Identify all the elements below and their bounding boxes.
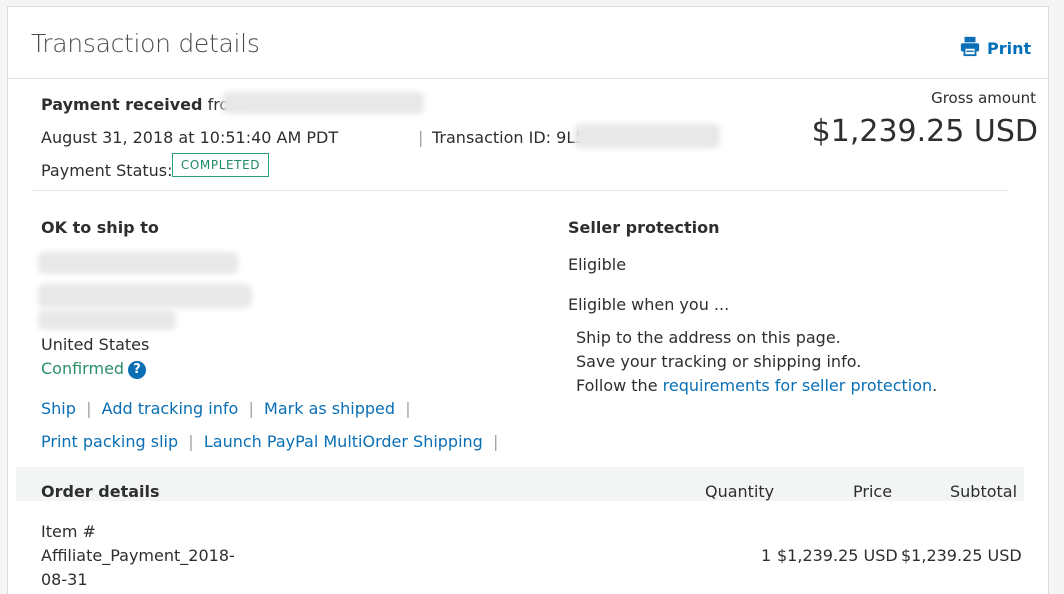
column-price: Price bbox=[853, 482, 893, 501]
printer-icon bbox=[959, 35, 981, 61]
item-label: Item # bbox=[41, 522, 96, 541]
launch-multiorder-link[interactable]: Launch PayPal MultiOrder Shipping bbox=[204, 432, 483, 451]
column-subtotal: Subtotal bbox=[950, 482, 1018, 501]
item-price: $1,239.25 USD bbox=[777, 546, 898, 565]
ship-link[interactable]: Ship bbox=[41, 399, 76, 418]
gross-amount-label: Gross amount bbox=[931, 89, 1036, 107]
print-label: Print bbox=[987, 38, 1032, 58]
separator: | bbox=[418, 128, 424, 147]
transaction-id: Transaction ID: 9L5 bbox=[432, 128, 586, 147]
separator: | bbox=[487, 432, 499, 451]
order-details-heading: Order details bbox=[41, 482, 160, 501]
ship-actions-row1: Ship | Add tracking info | Mark as shipp… bbox=[41, 399, 411, 418]
protection-status: Eligible bbox=[568, 255, 627, 274]
add-tracking-link[interactable]: Add tracking info bbox=[102, 399, 239, 418]
payment-status-label: Payment Status: bbox=[41, 161, 173, 180]
item-name-line2: 08-31 bbox=[41, 570, 88, 589]
protection-line3-suffix: . bbox=[932, 376, 938, 395]
seller-protection-heading: Seller protection bbox=[568, 218, 720, 237]
item-name-line1: Affiliate_Payment_2018- bbox=[41, 546, 235, 565]
payment-received-label: Payment received bbox=[41, 95, 203, 114]
card-header: Transaction details Print bbox=[8, 7, 1048, 79]
status-badge: COMPLETED bbox=[172, 153, 269, 177]
address-confirmed: Confirmed? bbox=[41, 359, 147, 379]
separator: | bbox=[81, 399, 97, 418]
separator: | bbox=[183, 432, 199, 451]
protection-line2: Save your tracking or shipping info. bbox=[576, 352, 862, 371]
protection-line3-prefix: Follow the bbox=[576, 376, 658, 395]
ship-actions-row2: Print packing slip | Launch PayPal Multi… bbox=[41, 432, 498, 451]
help-icon[interactable]: ? bbox=[128, 360, 147, 379]
ship-to-heading: OK to ship to bbox=[41, 218, 159, 237]
protection-line3: Follow the requirements for seller prote… bbox=[576, 376, 937, 395]
address-line3-redacted bbox=[38, 310, 176, 330]
eligible-when-label: Eligible when you ... bbox=[568, 295, 730, 314]
requirements-link[interactable]: requirements for seller protection bbox=[663, 376, 933, 395]
address-line1-redacted bbox=[38, 252, 238, 274]
print-packing-slip-link[interactable]: Print packing slip bbox=[41, 432, 178, 451]
transaction-id-redacted bbox=[574, 124, 720, 148]
confirmed-label: Confirmed bbox=[41, 359, 125, 378]
ship-country: United States bbox=[41, 335, 150, 354]
print-button[interactable]: Print bbox=[959, 35, 1031, 61]
gross-amount-value: $1,239.25 USD bbox=[811, 114, 1038, 149]
page-title: Transaction details bbox=[31, 29, 260, 58]
sender-name-redacted bbox=[222, 92, 424, 114]
item-quantity: 1 bbox=[761, 546, 772, 565]
item-subtotal: $1,239.25 USD bbox=[901, 546, 1022, 565]
protection-line1: Ship to the address on this page. bbox=[576, 328, 841, 347]
separator: | bbox=[400, 399, 411, 418]
address-line2-redacted bbox=[38, 284, 252, 308]
mark-shipped-link[interactable]: Mark as shipped bbox=[264, 399, 395, 418]
section-divider bbox=[33, 190, 1008, 191]
transaction-date: August 31, 2018 at 10:51:40 AM PDT bbox=[41, 128, 339, 147]
separator: | bbox=[243, 399, 259, 418]
payment-received-line: Payment received from bbox=[41, 95, 245, 114]
column-quantity: Quantity bbox=[705, 482, 775, 501]
